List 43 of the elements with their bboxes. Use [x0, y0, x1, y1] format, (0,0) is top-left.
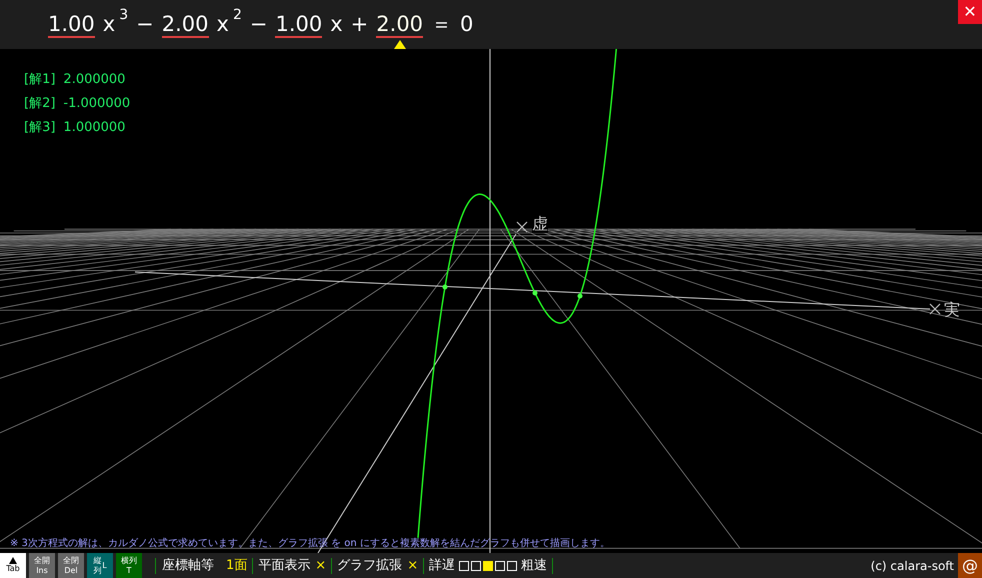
solution-label: [解1]: [24, 71, 56, 89]
tab-button[interactable]: Tab: [0, 553, 26, 578]
operator: −: [136, 10, 154, 38]
equals-sign: ＝: [431, 10, 452, 38]
axes-setting-label[interactable]: 座標軸等: [162, 556, 214, 576]
imaginary-axis-end-icon: [516, 222, 528, 232]
copyright-text: (c) calara-soft: [870, 558, 954, 574]
face-count[interactable]: 1面: [226, 556, 248, 576]
coefficient-field[interactable]: 2.00: [162, 12, 208, 38]
root-point: [442, 284, 448, 290]
variable: x: [330, 10, 343, 38]
solution-label: [解3]: [24, 119, 56, 137]
speed-option[interactable]: [483, 560, 494, 570]
up-triangle-icon: [8, 557, 17, 564]
toggle-state[interactable]: ×: [315, 556, 326, 576]
solution-value: 1.000000: [63, 119, 126, 137]
right-hand-side: 0: [460, 10, 474, 38]
root-point: [532, 290, 538, 296]
operator: −: [250, 10, 268, 38]
coefficient-field[interactable]: 2.00: [376, 12, 424, 38]
toolbar-button[interactable]: 全閉 Del: [58, 553, 84, 578]
solution-label: [解2]: [24, 95, 56, 113]
real-axis-end-icon: [930, 304, 940, 314]
solution-value: 2.000000: [63, 71, 126, 89]
imaginary-axis-label: 虚: [532, 215, 548, 233]
exponent: 3: [119, 6, 128, 25]
coefficient-field[interactable]: 1.00: [48, 12, 95, 38]
toggle-state[interactable]: ×: [407, 556, 418, 576]
toggle-label[interactable]: 平面表示: [258, 556, 310, 576]
toggle-label[interactable]: グラフ拡張: [337, 556, 402, 576]
slow-label: 詳遅: [429, 556, 456, 575]
at-button[interactable]: @: [958, 553, 982, 578]
variable: x: [216, 10, 229, 38]
fast-label: 粗速: [521, 556, 548, 575]
close-button[interactable]: ✕: [958, 0, 982, 24]
toolbar-button[interactable]: 全開 Ins: [29, 553, 55, 578]
solution-value: -1.000000: [63, 95, 130, 113]
toolbar-button[interactable]: 横列 T: [116, 553, 142, 578]
variable: x: [102, 10, 116, 38]
coefficient-field[interactable]: 1.00: [275, 12, 322, 38]
root-point: [578, 294, 582, 298]
operator: +: [350, 10, 368, 38]
exponent: 2: [232, 6, 242, 25]
